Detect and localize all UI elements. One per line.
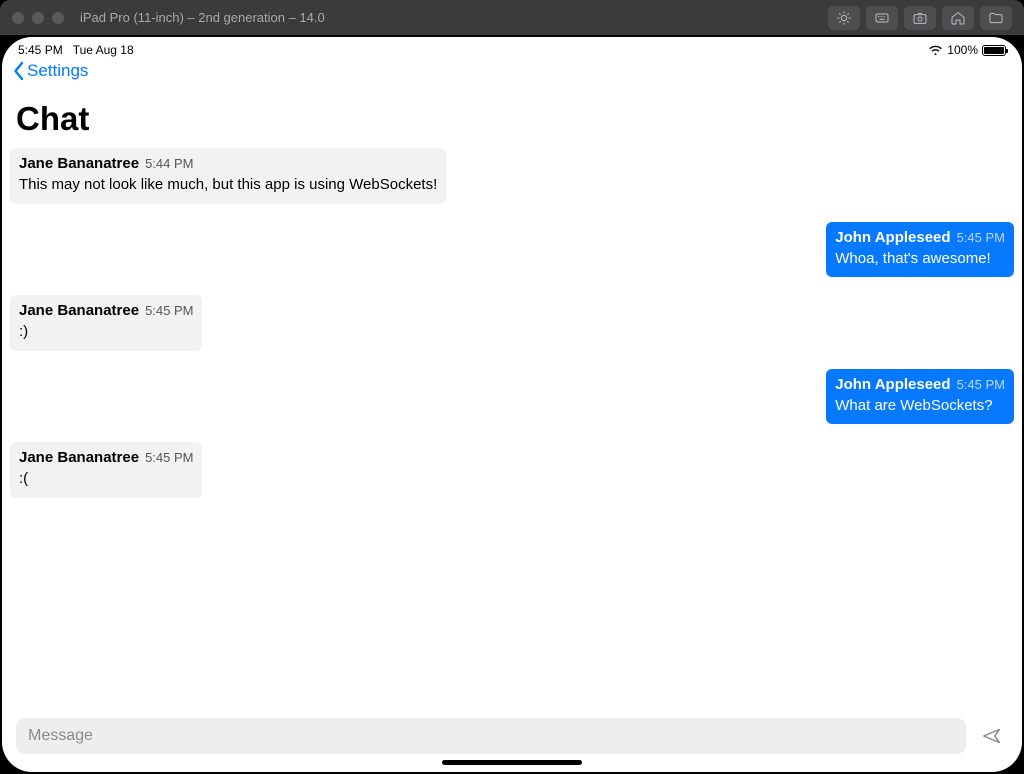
battery-icon: [982, 45, 1006, 56]
brightness-icon[interactable]: [828, 6, 860, 30]
message-text: :(: [19, 469, 193, 489]
zoom-window-button[interactable]: [52, 12, 64, 24]
share-icon: [981, 726, 1003, 746]
home-indicator[interactable]: [442, 760, 582, 765]
battery-percent: 100%: [947, 43, 978, 57]
window-titlebar: iPad Pro (11-inch) – 2nd generation – 14…: [0, 0, 1024, 35]
message-time: 5:44 PM: [145, 155, 193, 173]
message-row: Jane Bananatree 5:45 PM :): [10, 295, 1014, 351]
message-sender: John Appleseed: [835, 228, 950, 248]
traffic-lights: [12, 12, 64, 24]
page-title: Chat: [2, 86, 1022, 148]
message-sender: Jane Bananatree: [19, 301, 139, 321]
message-list[interactable]: Jane Bananatree 5:44 PM This may not loo…: [2, 148, 1022, 706]
message-input[interactable]: [16, 718, 966, 754]
message-row: Jane Bananatree 5:45 PM :(: [10, 442, 1014, 498]
status-date: Tue Aug 18: [73, 43, 134, 57]
message-time: 5:45 PM: [145, 302, 193, 320]
message-time: 5:45 PM: [957, 229, 1005, 247]
message-text: :): [19, 322, 193, 342]
send-button[interactable]: [976, 720, 1008, 752]
message-text: What are WebSockets?: [835, 396, 1005, 416]
device-screen: 5:45 PM Tue Aug 18 100% Settings Chat: [2, 37, 1022, 772]
keyboard-icon[interactable]: [866, 6, 898, 30]
status-bar: 5:45 PM Tue Aug 18 100%: [2, 37, 1022, 57]
home-icon[interactable]: [942, 6, 974, 30]
screenshot-icon[interactable]: [904, 6, 936, 30]
message-row: John Appleseed 5:45 PM Whoa, that's awes…: [10, 222, 1014, 278]
device-frame: 5:45 PM Tue Aug 18 100% Settings Chat: [0, 35, 1024, 774]
chevron-left-icon: [12, 61, 25, 81]
folder-icon[interactable]: [980, 6, 1012, 30]
message-row: John Appleseed 5:45 PM What are WebSocke…: [10, 369, 1014, 425]
message-bubble: Jane Bananatree 5:45 PM :(: [10, 442, 202, 498]
message-time: 5:45 PM: [145, 449, 193, 467]
minimize-window-button[interactable]: [32, 12, 44, 24]
simulator-window: iPad Pro (11-inch) – 2nd generation – 14…: [0, 0, 1024, 774]
message-bubble: John Appleseed 5:45 PM What are WebSocke…: [826, 369, 1014, 425]
message-sender: Jane Bananatree: [19, 154, 139, 174]
wifi-icon: [928, 45, 943, 56]
message-bubble: Jane Bananatree 5:44 PM This may not loo…: [10, 148, 446, 204]
status-time: 5:45 PM: [18, 43, 63, 57]
close-window-button[interactable]: [12, 12, 24, 24]
message-bubble: Jane Bananatree 5:45 PM :): [10, 295, 202, 351]
toolbar-icons: [828, 6, 1012, 30]
message-row: Jane Bananatree 5:44 PM This may not loo…: [10, 148, 1014, 204]
nav-bar: Settings: [2, 57, 1022, 86]
message-sender: John Appleseed: [835, 375, 950, 395]
back-label: Settings: [27, 61, 88, 81]
message-text: Whoa, that's awesome!: [835, 249, 1005, 269]
message-sender: Jane Bananatree: [19, 448, 139, 468]
window-title: iPad Pro (11-inch) – 2nd generation – 14…: [80, 10, 820, 25]
back-button[interactable]: Settings: [12, 61, 88, 81]
message-time: 5:45 PM: [957, 376, 1005, 394]
message-text: This may not look like much, but this ap…: [19, 175, 437, 195]
message-bubble: John Appleseed 5:45 PM Whoa, that's awes…: [826, 222, 1014, 278]
